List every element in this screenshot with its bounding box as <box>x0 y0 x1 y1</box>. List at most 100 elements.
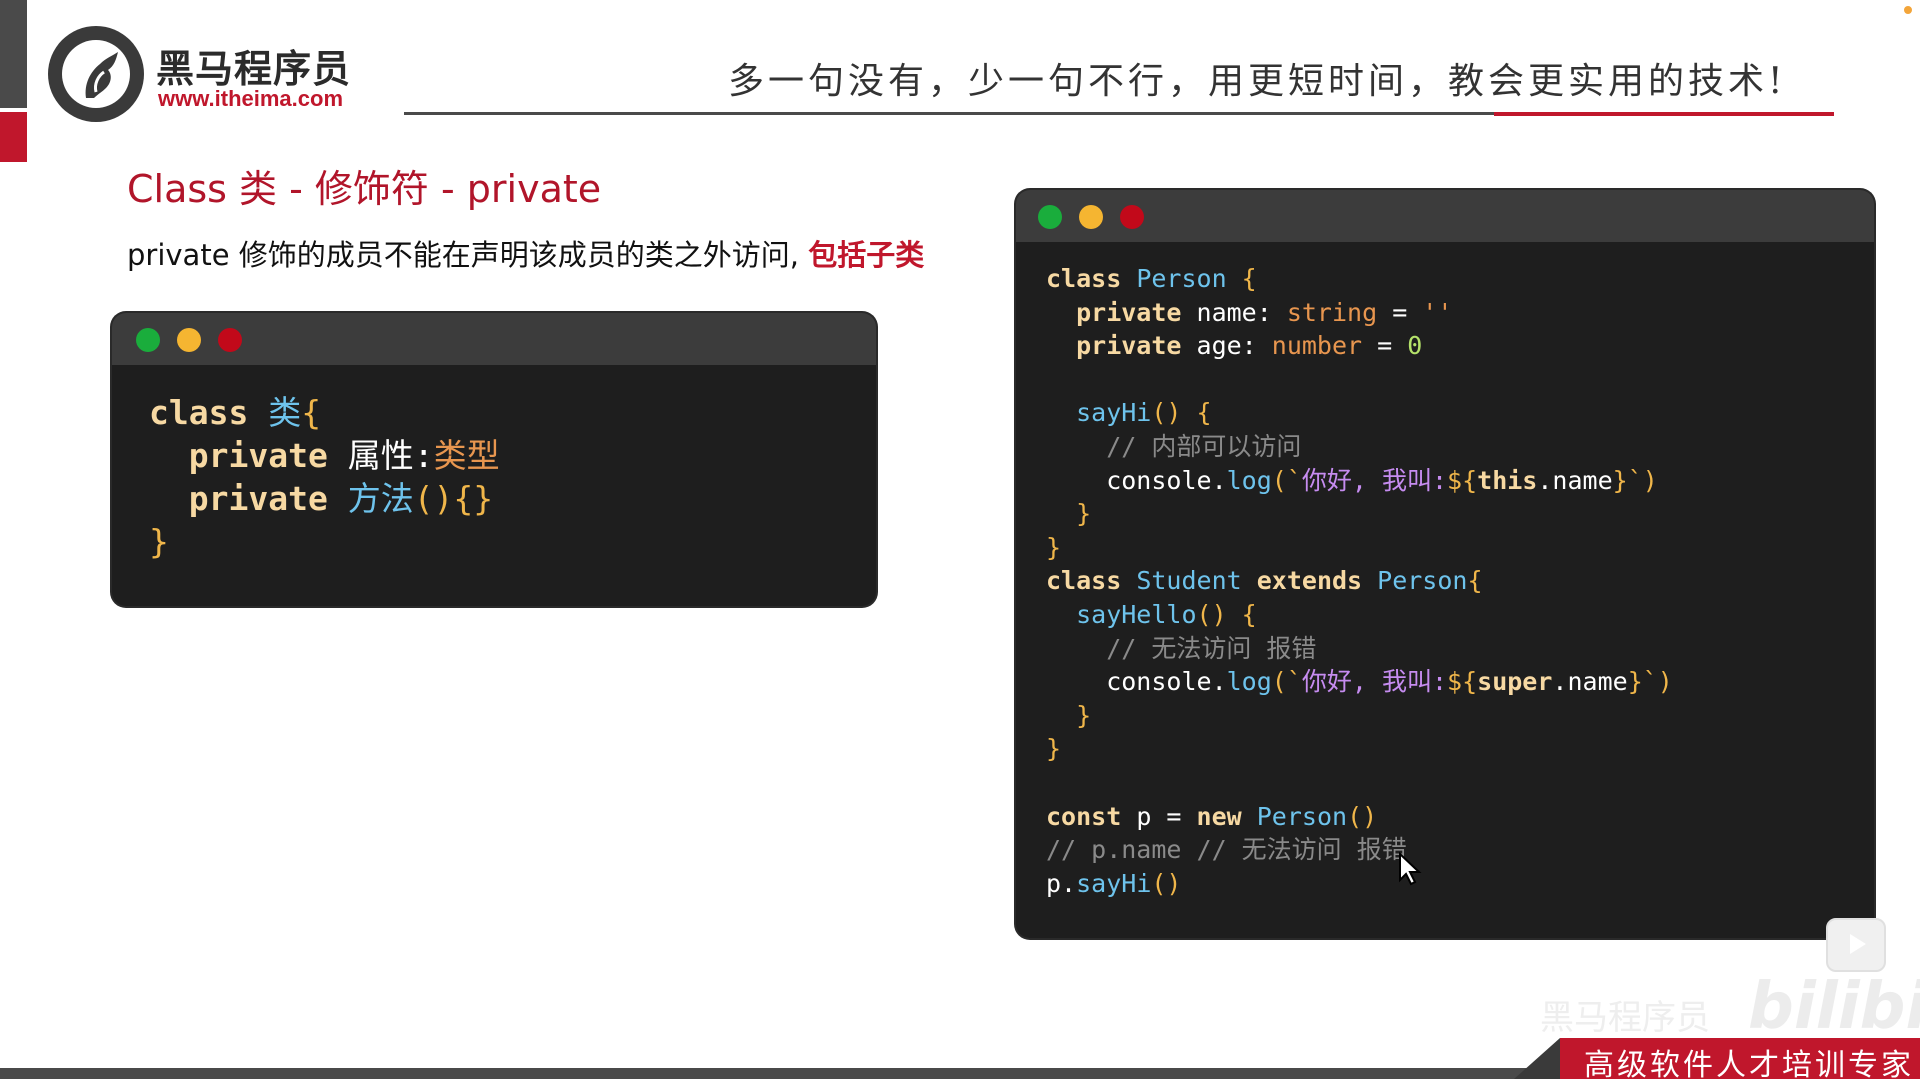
code-line: } <box>149 520 500 563</box>
code-line: } <box>1046 497 1673 531</box>
code-token: ${ <box>1447 667 1478 697</box>
code-token: p. <box>1046 868 1077 898</box>
code-token: 类 <box>268 393 302 432</box>
code-token: class <box>149 393 269 432</box>
code-token: // 无法访问 报错 <box>1046 633 1317 663</box>
code-token: 你好, 我叫: <box>1301 465 1448 495</box>
code-line: } <box>1046 531 1673 565</box>
slide-title: Class 类 - 修饰符 - private <box>127 167 602 211</box>
code-token: private <box>1046 297 1197 327</box>
horse-icon <box>85 52 118 98</box>
code-token: } <box>1612 465 1628 495</box>
brand-logo: 黑马程序员 www.itheima.com <box>48 26 378 122</box>
left-strip-decoration <box>0 0 27 108</box>
code-line: console.log(`你好, 我叫:${super.name}`) <box>1046 665 1673 699</box>
code-token: this <box>1477 465 1538 495</box>
code-line: console.log(`你好, 我叫:${this.name}`) <box>1046 464 1673 498</box>
code-line: const p = new Person() <box>1046 800 1673 834</box>
code-token: () <box>1347 801 1378 831</box>
code-token: name: <box>1196 297 1287 327</box>
example-code-block: class Person { private name: string = ''… <box>1046 262 1673 900</box>
mouse-cursor-icon <box>1399 852 1422 886</box>
code-line: private name: string = '' <box>1046 296 1673 330</box>
code-token: } <box>1046 734 1062 764</box>
code-line: sayHi() { <box>1046 396 1673 430</box>
code-line: // p.name // 无法访问 报错 <box>1046 833 1673 867</box>
code-line: class Student extends Person{ <box>1046 564 1673 598</box>
window-titlebar <box>112 313 876 365</box>
code-token: (` <box>1271 667 1302 697</box>
syntax-code-block: class 类{ private 属性:类型 private 方法(){}} <box>149 391 500 563</box>
code-token: () <box>1151 868 1182 898</box>
code-token: console. <box>1046 465 1227 495</box>
corner-indicator <box>1904 6 1912 14</box>
window-dot-red <box>218 328 242 352</box>
code-line: // 内部可以访问 <box>1046 430 1673 464</box>
syntax-code-window: class 类{ private 属性:类型 private 方法(){}} <box>112 313 876 606</box>
code-token: } <box>149 522 169 561</box>
slogan: 多一句没有，少一句不行，用更短时间，教会更实用的技术! <box>728 61 1787 102</box>
code-token: `) <box>1627 465 1658 495</box>
code-token: log <box>1226 465 1272 495</box>
code-token: () { <box>1151 398 1212 428</box>
code-token: log <box>1226 667 1272 697</box>
window-titlebar <box>1016 190 1874 242</box>
code-token: () { <box>1196 599 1257 629</box>
code-token: Person <box>1136 264 1242 293</box>
code-token: class <box>1046 264 1137 293</box>
code-token: Person <box>1256 801 1348 831</box>
window-dot-yellow <box>177 328 201 352</box>
code-token: { <box>301 393 322 432</box>
code-token: } <box>1046 532 1062 562</box>
code-token: = <box>1166 801 1197 831</box>
code-token: Student <box>1136 566 1257 596</box>
code-token: = <box>1377 331 1408 361</box>
code-line: private 属性:类型 <box>149 434 500 477</box>
code-token: '' <box>1422 297 1453 327</box>
code-token: private <box>149 479 348 518</box>
code-token: // 内部可以访问 <box>1046 431 1302 461</box>
code-token: (` <box>1271 465 1302 495</box>
code-token: new <box>1196 801 1257 831</box>
window-dot-red <box>1120 205 1144 229</box>
example-code-window: class Person { private name: string = ''… <box>1016 190 1874 938</box>
code-token: class <box>1046 566 1137 596</box>
window-dot-green <box>1038 205 1062 229</box>
logo-website: www.itheima.com <box>158 86 344 111</box>
code-token: } <box>1046 499 1092 529</box>
code-token: 0 <box>1407 331 1423 361</box>
code-token: 你好, 我叫: <box>1301 667 1448 697</box>
code-token: { <box>1467 566 1483 596</box>
window-dot-yellow <box>1079 205 1103 229</box>
code-line: private age: number = 0 <box>1046 329 1673 363</box>
code-token: age: <box>1196 331 1272 361</box>
code-token: ${ <box>1447 465 1478 495</box>
code-token: string <box>1286 297 1393 327</box>
code-token: console. <box>1046 667 1227 697</box>
code-token: sayHello <box>1046 599 1197 629</box>
description-highlight: 包括子类 <box>808 238 925 272</box>
code-line: // 无法访问 报错 <box>1046 632 1673 666</box>
code-line: class 类{ <box>149 391 500 434</box>
footer-tagline: 高级软件人才培训专家 <box>1584 1048 1914 1083</box>
code-token: : <box>413 436 434 475</box>
code-token: (){} <box>413 479 494 518</box>
play-icon[interactable] <box>1826 918 1886 972</box>
code-line: } <box>1046 732 1673 766</box>
code-token: number <box>1271 331 1378 361</box>
code-token: private <box>1046 331 1197 361</box>
code-token: p <box>1136 801 1167 831</box>
code-token: // p.name // 无法访问 报错 <box>1046 835 1407 865</box>
code-token: .name <box>1537 465 1613 495</box>
code-line: class Person { <box>1046 262 1673 296</box>
code-token: const <box>1046 801 1137 831</box>
code-token: 属性 <box>347 436 414 475</box>
code-token: = <box>1392 297 1423 327</box>
code-token: Person <box>1377 566 1468 596</box>
code-token: super <box>1477 667 1553 697</box>
code-token: sayHi <box>1046 398 1152 428</box>
description-text: private 修饰的成员不能在声明该成员的类之外访问, <box>127 238 809 272</box>
watermark-brand: bilibili <box>1748 970 1920 1044</box>
